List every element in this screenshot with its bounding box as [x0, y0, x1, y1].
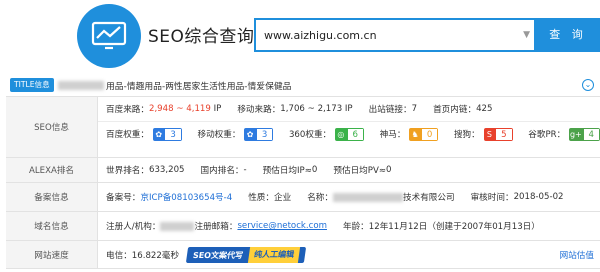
360-icon: ◎ — [335, 127, 347, 141]
search-box[interactable]: ▼ — [254, 18, 536, 52]
paw-icon: ✿ — [152, 127, 165, 141]
sogou-rank-badge[interactable]: S 5 — [483, 127, 513, 141]
google-pr-value: 4 — [582, 127, 600, 141]
title-info-row: TITLE信息 用品-情趣用品-两性居家生活性用品-情爱保健品 ⌄ — [6, 76, 600, 94]
baidu-traffic-unit: IP — [213, 104, 222, 114]
homepage-inlinks-value[interactable]: 425 — [476, 104, 492, 114]
world-rank-value: 633,205 — [148, 165, 185, 175]
domestic-rank-value: - — [243, 165, 247, 175]
sogou-icon: S — [483, 127, 496, 141]
shenma-icon: ♞ — [409, 127, 421, 141]
traffic-line: 百度来路： 2,948 ~ 4,119 IP 移动来路： 1,706 ~ 2,1… — [106, 97, 600, 121]
sogou-rank-value: 5 — [495, 127, 513, 141]
ad-subtext: 纯人工编辑 — [247, 246, 301, 263]
title-badge: TITLE信息 — [10, 78, 54, 92]
speed-label: 网站速度 — [6, 241, 98, 268]
age-value: 12年11月12日（创建于2007年01月13日） — [368, 222, 540, 232]
mobile-traffic-label: 移动来路： — [237, 105, 281, 115]
baidu-rank-label: 百度权重： — [106, 130, 149, 140]
redacted-text — [160, 221, 195, 231]
world-rank-label: 世界排名： — [106, 166, 149, 176]
daily-ip-label: 预估日均IP≈ — [262, 166, 312, 176]
registrant-label: 注册人/机构： — [106, 222, 161, 232]
icp-number-label: 备案号： — [106, 193, 141, 203]
outlinks-label: 出站链接： — [368, 105, 412, 115]
baidu-rank-badge[interactable]: ✿ 3 — [152, 127, 182, 141]
google-plus-icon: g+ — [569, 127, 583, 141]
telecom-value: 16.822毫秒 — [131, 250, 180, 261]
ad-banner[interactable]: SEO文案代写 纯人工编辑 — [185, 246, 307, 263]
360-rank-badge[interactable]: ◎ 6 — [335, 127, 364, 141]
baidu-rank-value: 3 — [164, 127, 182, 141]
icp-row: 备案信息 备案号： 京ICP备08103654号-4 性质： 企业 名称： 技术… — [6, 183, 600, 212]
search-input[interactable] — [256, 20, 514, 50]
speed-row: 网站速度 电信： 16.822毫秒 SEO文案代写 纯人工编辑 网站估值 — [6, 241, 600, 269]
age-label: 年龄： — [342, 222, 369, 232]
shenma-rank-value: 0 — [420, 127, 439, 141]
telecom-label: 电信： — [106, 250, 132, 261]
dropdown-caret-icon[interactable]: ▼ — [523, 30, 530, 40]
company-name-label: 名称： — [307, 193, 333, 203]
sogou-rank-label: 搜狗： — [453, 130, 480, 140]
mobile-rank-value: 3 — [255, 127, 274, 141]
company-name-suffix: 技术有限公司 — [403, 193, 455, 203]
mobile-rank-label: 移动权重： — [197, 130, 241, 140]
daily-pv-value: 0 — [386, 165, 392, 175]
baidu-traffic-value[interactable]: 2,948 ~ 4,119 — [149, 104, 211, 114]
monitor-chart-icon — [91, 21, 127, 50]
site-estimate-link[interactable]: 网站估值 — [560, 249, 594, 261]
mobile-traffic-value: 1,706 ~ 2,173 IP — [280, 104, 353, 114]
domain-row: 域名信息 注册人/机构： 注册邮箱： service@netock.com 年龄… — [6, 212, 600, 241]
outlinks-value[interactable]: 7 — [412, 104, 417, 114]
title-text: 用品-情趣用品-两性居家生活性用品-情爱保健品 — [106, 82, 292, 92]
expand-icon[interactable]: ⌄ — [582, 79, 594, 91]
google-pr-badge[interactable]: g+ 4 — [569, 127, 600, 141]
360-rank-value: 6 — [346, 127, 364, 141]
daily-ip-value: 0 — [311, 165, 318, 175]
email-link[interactable]: service@netock.com — [237, 221, 327, 231]
homepage-inlinks-label: 首页内链： — [433, 105, 477, 115]
search-button[interactable]: 查 询 — [536, 18, 600, 52]
seo-label: SEO信息 — [6, 97, 98, 157]
logo — [77, 4, 141, 68]
nature-value: 企业 — [274, 193, 292, 203]
redacted-text — [58, 81, 104, 90]
icp-label: 备案信息 — [6, 183, 98, 211]
seo-row: SEO信息 百度来路： 2,948 ~ 4,119 IP 移动来路： 1,706… — [6, 97, 600, 158]
alexa-label: ALEXA排名 — [6, 158, 98, 182]
icp-number-link[interactable]: 京ICP备08103654号-4 — [140, 191, 232, 203]
redacted-text — [333, 192, 403, 202]
daily-pv-label: 预估日均PV≈ — [333, 166, 387, 176]
email-label: 注册邮箱： — [194, 222, 238, 232]
ad-text: SEO文案代写 — [192, 250, 244, 259]
nature-label: 性质： — [248, 193, 274, 203]
google-pr-label: 谷歌PR： — [528, 130, 566, 140]
mobile-rank-badge[interactable]: ✿ 3 — [244, 127, 274, 141]
audit-time-label: 审核时间： — [470, 193, 514, 203]
brand-title: SEO综合查询 — [148, 27, 255, 47]
domestic-rank-label: 国内排名： — [200, 166, 244, 176]
info-table: SEO信息 百度来路： 2,948 ~ 4,119 IP 移动来路： 1,706… — [6, 96, 600, 269]
shenma-rank-badge[interactable]: ♞ 0 — [409, 127, 439, 141]
rank-line: 百度权重： ✿ 3 移动权重： ✿ 3 360权重： ◎ 6 神马： ♞ 0 搜… — [106, 122, 600, 146]
audit-time-value: 2018-05-02 — [513, 192, 564, 202]
alexa-row: ALEXA排名 世界排名： 633,205 国内排名： - 预估日均IP≈ 0 … — [6, 158, 600, 183]
shenma-rank-label: 神马： — [379, 130, 406, 140]
paw-mobile-icon: ✿ — [244, 127, 256, 141]
360-rank-label: 360权重： — [288, 130, 332, 140]
baidu-traffic-label: 百度来路： — [106, 105, 149, 115]
domain-label: 域名信息 — [6, 212, 98, 240]
